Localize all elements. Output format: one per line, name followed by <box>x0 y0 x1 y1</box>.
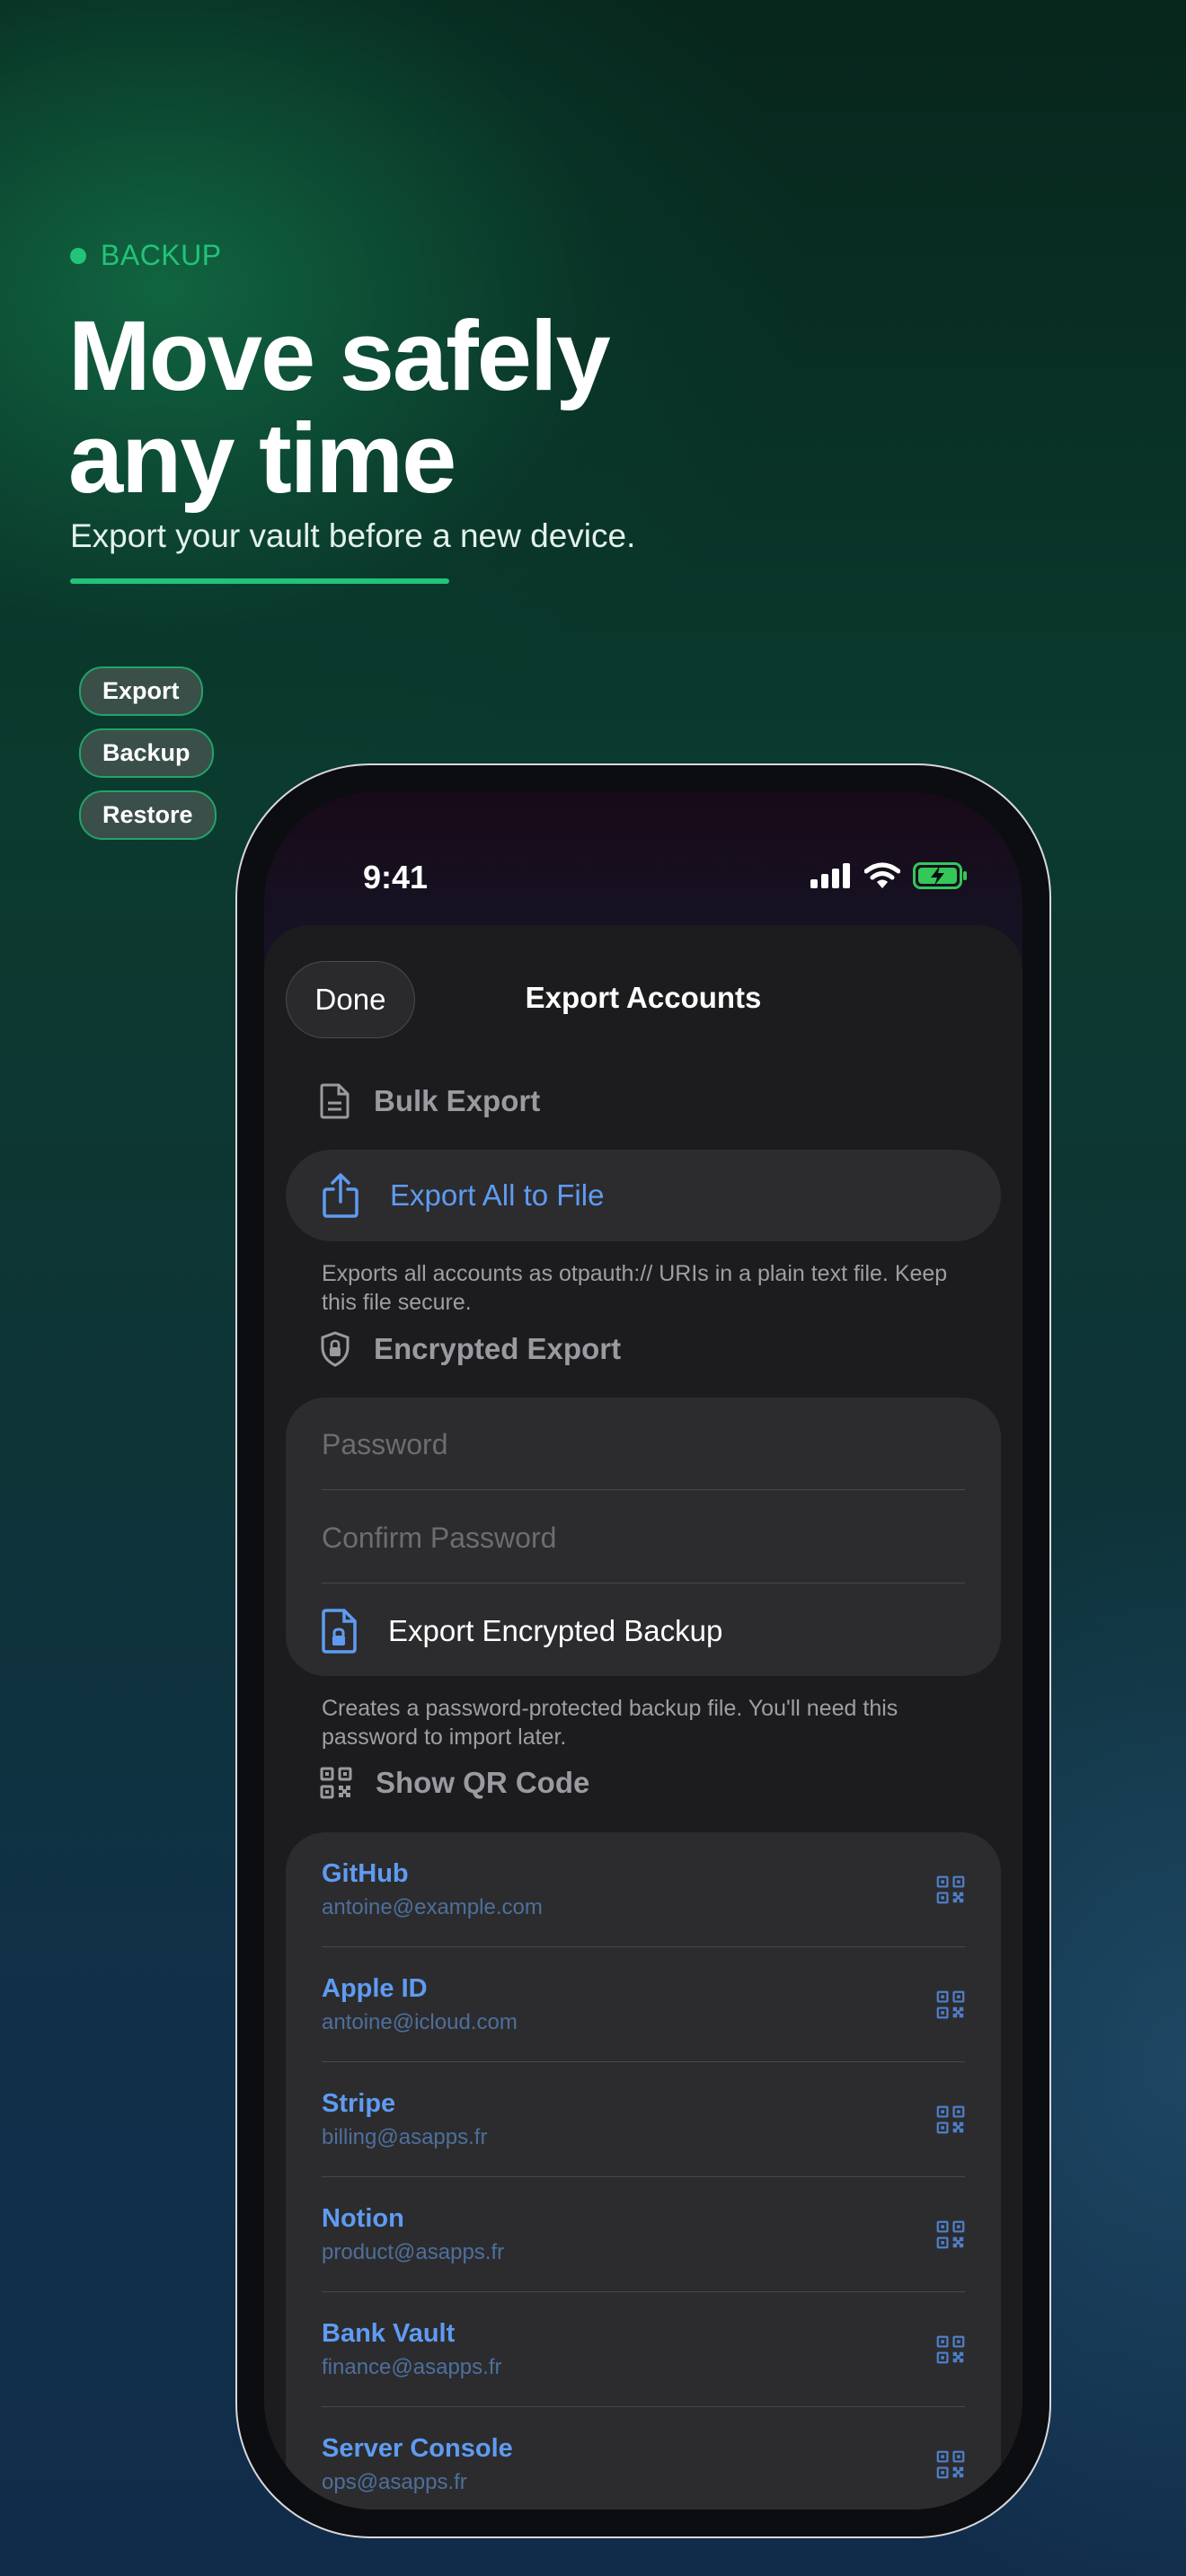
export-all-to-file-button[interactable]: Export All to File <box>286 1150 1001 1241</box>
separator <box>322 1489 965 1490</box>
account-email: ops@asapps.fr <box>322 2470 467 2494</box>
account-email: product@asapps.fr <box>322 2240 505 2264</box>
account-name: Bank Vault <box>322 2319 456 2348</box>
account-row-stripe[interactable]: Stripe billing@asapps.fr <box>286 2062 1001 2177</box>
export-encrypted-backup-button[interactable]: Export Encrypted Backup <box>286 1584 1001 1678</box>
eyebrow-label: BACKUP <box>101 239 222 271</box>
account-email: billing@asapps.fr <box>322 2125 488 2149</box>
subhead: Export your vault before a new device. <box>70 517 636 554</box>
qr-code-icon <box>936 2105 965 2134</box>
battery-charging-icon <box>913 862 967 889</box>
separator <box>322 1583 965 1584</box>
account-name: Notion <box>322 2204 404 2233</box>
qr-code-icon <box>320 1767 352 1799</box>
qr-code-icon <box>936 2220 965 2249</box>
show-qr-title: Show QR Code <box>376 1766 590 1799</box>
qr-code-icon <box>936 1990 965 2019</box>
bulk-export-heading: Bulk Export <box>320 1083 540 1119</box>
share-icon <box>323 1173 358 1218</box>
sheet-title: Export Accounts <box>525 981 762 1014</box>
account-name: GitHub <box>322 1859 409 1888</box>
headline-line-1: Move safely <box>68 301 611 411</box>
account-row-apple-id[interactable]: Apple ID antoine@icloud.com <box>286 1947 1001 2062</box>
account-name: Apple ID <box>322 1974 428 2003</box>
encrypted-export-card: Password Confirm Password Export Encrypt… <box>286 1398 1001 1676</box>
export-sheet: Done Export Accounts Bulk Export Export … <box>264 925 1022 2510</box>
account-row-github[interactable]: GitHub antoine@example.com <box>286 1832 1001 1947</box>
status-icons <box>810 862 969 889</box>
qr-code-icon <box>936 2335 965 2364</box>
password-field[interactable]: Password <box>322 1398 965 1491</box>
chip-backup: Backup <box>79 728 214 778</box>
phone-screen: 9:41 Done Export Accounts Bulk Export Ex… <box>264 792 1022 2510</box>
account-list: GitHub antoine@example.com Apple ID anto… <box>286 1832 1001 2510</box>
eyebrow-dot <box>70 247 86 264</box>
confirm-password-field[interactable]: Confirm Password <box>322 1491 965 1584</box>
encrypted-footnote: Creates a password-protected backup file… <box>322 1696 898 1750</box>
account-row-notion[interactable]: Notion product@asapps.fr <box>286 2177 1001 2292</box>
chip-export: Export <box>79 666 203 716</box>
encrypted-export-title: Encrypted Export <box>374 1332 622 1365</box>
account-email: antoine@icloud.com <box>322 2010 518 2034</box>
wifi-icon <box>864 862 900 888</box>
feature-chips: Export Backup Restore <box>79 666 217 840</box>
bulk-export-title: Bulk Export <box>374 1084 541 1117</box>
encrypted-export-heading: Encrypted Export <box>320 1331 621 1367</box>
locked-document-icon <box>322 1609 357 1654</box>
qr-code-icon <box>936 2450 965 2479</box>
account-email: antoine@example.com <box>322 1895 543 1919</box>
show-qr-heading: Show QR Code <box>320 1766 589 1800</box>
export-all-label: Export All to File <box>390 1178 605 1212</box>
document-icon <box>320 1083 350 1119</box>
account-email: finance@asapps.fr <box>322 2355 502 2379</box>
account-name: Server Console <box>322 2434 513 2463</box>
qr-code-icon <box>936 1875 965 1904</box>
bulk-footnote: Exports all accounts as otpauth:// URIs … <box>322 1261 948 1315</box>
account-name: Stripe <box>322 2089 396 2118</box>
accent-underline <box>70 578 449 584</box>
export-encrypted-label: Export Encrypted Backup <box>388 1614 723 1647</box>
chip-restore: Restore <box>79 790 217 840</box>
phone-frame: 9:41 Done Export Accounts Bulk Export Ex… <box>235 763 1051 2538</box>
cellular-signal-icon <box>810 863 850 888</box>
account-row-server-console[interactable]: Server Console ops@asapps.fr <box>286 2407 1001 2510</box>
status-time: 9:41 <box>363 859 429 895</box>
account-row-bank-vault[interactable]: Bank Vault finance@asapps.fr <box>286 2292 1001 2407</box>
headline-line-2: any time <box>68 403 456 514</box>
headline: Move safely any time <box>68 301 611 514</box>
lock-shield-icon <box>321 1331 350 1367</box>
eyebrow: BACKUP <box>70 239 222 272</box>
